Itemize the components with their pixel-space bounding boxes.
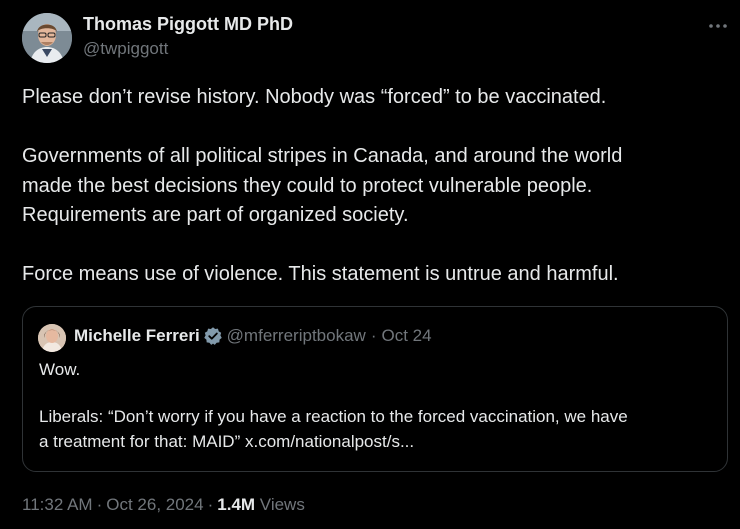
tweet-text-line: made the best decisions they could to pr… bbox=[22, 174, 593, 197]
quoted-separator: · bbox=[370, 326, 377, 345]
more-horizontal-icon[interactable] bbox=[706, 18, 730, 34]
quoted-author-handle[interactable]: @mferreriptbokaw bbox=[227, 326, 366, 346]
quoted-author-avatar[interactable] bbox=[38, 324, 66, 352]
quoted-text-fragment: a treatment for that: MAID” bbox=[39, 432, 241, 451]
quoted-header: Michelle Ferreri @mferreriptbokaw · Oct … bbox=[74, 326, 432, 346]
views-label: Views bbox=[259, 495, 305, 514]
tweet-text-line: Requirements are part of organized socie… bbox=[22, 204, 409, 226]
tweet-time[interactable]: 11:32 AM bbox=[22, 495, 93, 514]
quoted-text-line: a treatment for that: MAID” x.com/nation… bbox=[39, 429, 719, 454]
quoted-author-name[interactable]: Michelle Ferreri bbox=[74, 326, 200, 346]
tweet-text-line: Governments of all political stripes in … bbox=[22, 145, 623, 167]
views-count: 1.4M bbox=[217, 495, 256, 514]
author-name[interactable]: Thomas Piggott MD PhD bbox=[83, 14, 293, 35]
quoted-tweet[interactable]: Michelle Ferreri @mferreriptbokaw · Oct … bbox=[22, 306, 728, 472]
quoted-text: Wow. Liberals: “Don’t worry if you have … bbox=[39, 357, 719, 454]
tweet-text-line: Force means use of violence. This statem… bbox=[22, 263, 619, 285]
quoted-link[interactable]: x.com/nationalpost/s... bbox=[245, 432, 414, 451]
tweet-text: Please don’t revise history. Nobody was … bbox=[22, 83, 722, 290]
tweet: Thomas Piggott MD PhD @twpiggott Please … bbox=[0, 0, 740, 529]
tweet-date[interactable]: Oct 26, 2024 bbox=[106, 495, 203, 514]
quoted-text-line: Liberals: “Don’t worry if you have a rea… bbox=[39, 407, 628, 426]
quoted-date[interactable]: Oct 24 bbox=[381, 326, 431, 346]
meta-separator: · bbox=[207, 495, 214, 514]
quoted-text-line: Wow. bbox=[39, 360, 81, 379]
author-handle[interactable]: @twpiggott bbox=[83, 39, 168, 59]
verified-badge-icon bbox=[203, 326, 223, 346]
tweet-text-line: Please don’t revise history. Nobody was … bbox=[22, 86, 607, 108]
author-avatar[interactable] bbox=[22, 13, 72, 63]
meta-separator: · bbox=[96, 495, 103, 514]
tweet-meta: 11:32 AM · Oct 26, 2024 · 1.4M Views bbox=[22, 495, 305, 515]
